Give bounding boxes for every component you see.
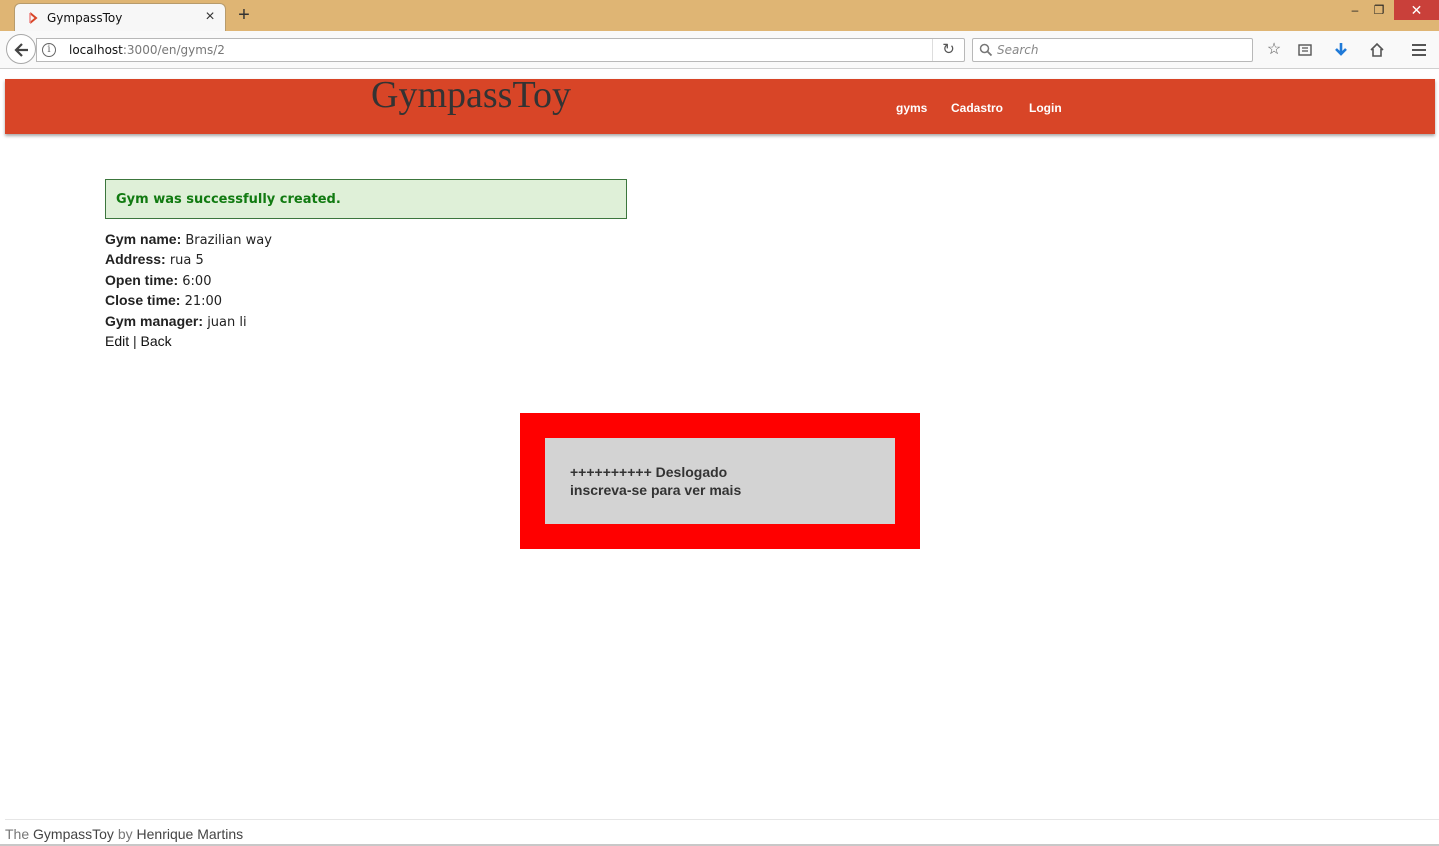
edit-link[interactable]: Edit [105,333,129,349]
notice-text: Gym was successfully created. [116,192,341,207]
new-tab-icon[interactable]: + [234,4,254,26]
menu-icon[interactable] [1409,40,1429,60]
home-icon[interactable] [1367,40,1387,60]
field-label: Gym manager: [105,312,204,329]
reload-icon[interactable]: ↻ [932,39,964,61]
gym-manager-row: Gym manager: juan li [105,312,272,332]
tab-title: GympassToy [47,11,123,25]
download-icon[interactable] [1331,40,1351,60]
tab-close-icon[interactable]: × [202,8,218,26]
gym-actions: Edit | Back [105,332,272,350]
site-footer: The GympassToy by Henrique Martins [5,826,243,842]
footer-divider [5,819,1439,820]
rails-favicon-icon [27,11,41,25]
field-label: Open time: [105,271,179,288]
link-separator: | [133,333,137,350]
back-link[interactable]: Back [141,333,172,349]
nav-link-cadastro[interactable]: Cadastro [951,101,1003,115]
gym-details: Gym name: Brazilian way Address: rua 5 O… [105,230,272,350]
field-label: Address: [105,251,166,268]
footer-app-name: GympassToy [33,826,114,842]
search-icon [979,43,993,57]
search-bar[interactable]: Search [972,38,1253,62]
logged-out-message-box: ++++++++++ Deslogado inscreva-se para ve… [545,438,895,524]
browser-tab[interactable]: GympassToy × [14,3,226,32]
gym-name-row: Gym name: Brazilian way [105,230,272,250]
logged-out-status: ++++++++++ Deslogado [570,464,728,480]
nav-link-gyms[interactable]: gyms [896,101,927,115]
field-value: rua 5 [169,253,204,269]
footer-by: by [117,826,133,842]
back-arrow-icon [14,43,28,57]
bookmark-star-icon[interactable]: ☆ [1264,40,1284,60]
open-time-row: Open time: 6:00 [105,271,272,291]
field-value: Brazilian way [185,233,272,248]
field-label: Gym name: [105,231,182,247]
browser-toolbar: i localhost:3000/en/gyms/2 ↻ Search ☆ [0,31,1439,69]
reading-list-icon[interactable] [1295,40,1315,60]
footer-prefix: The [5,826,30,842]
back-button[interactable] [6,34,36,64]
signup-prompt: inscreva-se para ver mais [570,482,742,498]
footer-author: Henrique Martins [136,826,244,842]
field-label: Close time: [105,292,181,309]
site-title[interactable]: GympassToy [371,73,571,117]
address-row: Address: rua 5 [105,250,272,270]
search-placeholder: Search [997,43,1039,57]
site-info-icon[interactable]: i [42,43,56,57]
window-close-icon[interactable]: ✕ [1394,0,1439,20]
success-notice: Gym was successfully created. [105,179,627,219]
logged-out-banner: ++++++++++ Deslogado inscreva-se para ve… [520,413,920,549]
field-value: juan li [207,314,247,330]
field-value: 6:00 [182,273,212,289]
url-bar[interactable]: i localhost:3000/en/gyms/2 ↻ [36,38,965,62]
nav-link-login[interactable]: Login [1029,101,1062,115]
url-text: localhost:3000/en/gyms/2 [69,43,225,57]
field-value: 21:00 [184,294,223,310]
site-header: GympassToy gyms Cadastro Login [5,74,1435,134]
window-restore-icon[interactable]: ❐ [1364,0,1394,20]
browser-titlebar: GympassToy × + – ❐ ✕ [0,0,1439,32]
close-time-row: Close time: 21:00 [105,291,272,311]
